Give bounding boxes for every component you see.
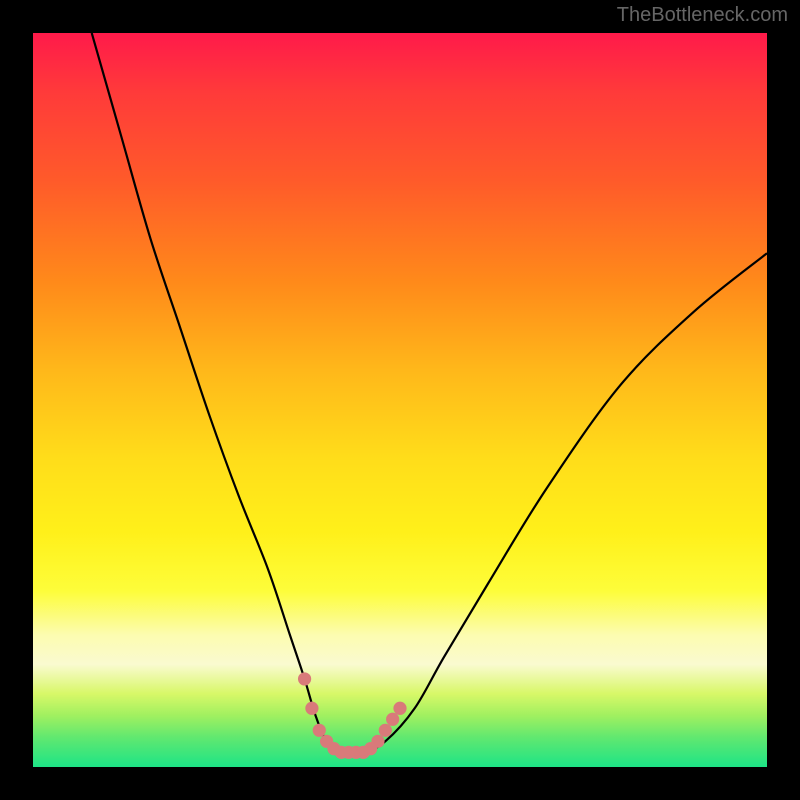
pink-dot [371,735,384,748]
pink-dotted-segment [298,672,407,759]
pink-dot [305,702,318,715]
pink-dot [379,724,392,737]
watermark-text: TheBottleneck.com [617,4,788,27]
black-curve [92,33,767,754]
pink-dot [386,713,399,726]
curve-overlay [33,33,767,767]
pink-dot [298,672,311,685]
pink-dot [393,702,406,715]
pink-dot [313,724,326,737]
chart-container: TheBottleneck.com [0,0,800,800]
